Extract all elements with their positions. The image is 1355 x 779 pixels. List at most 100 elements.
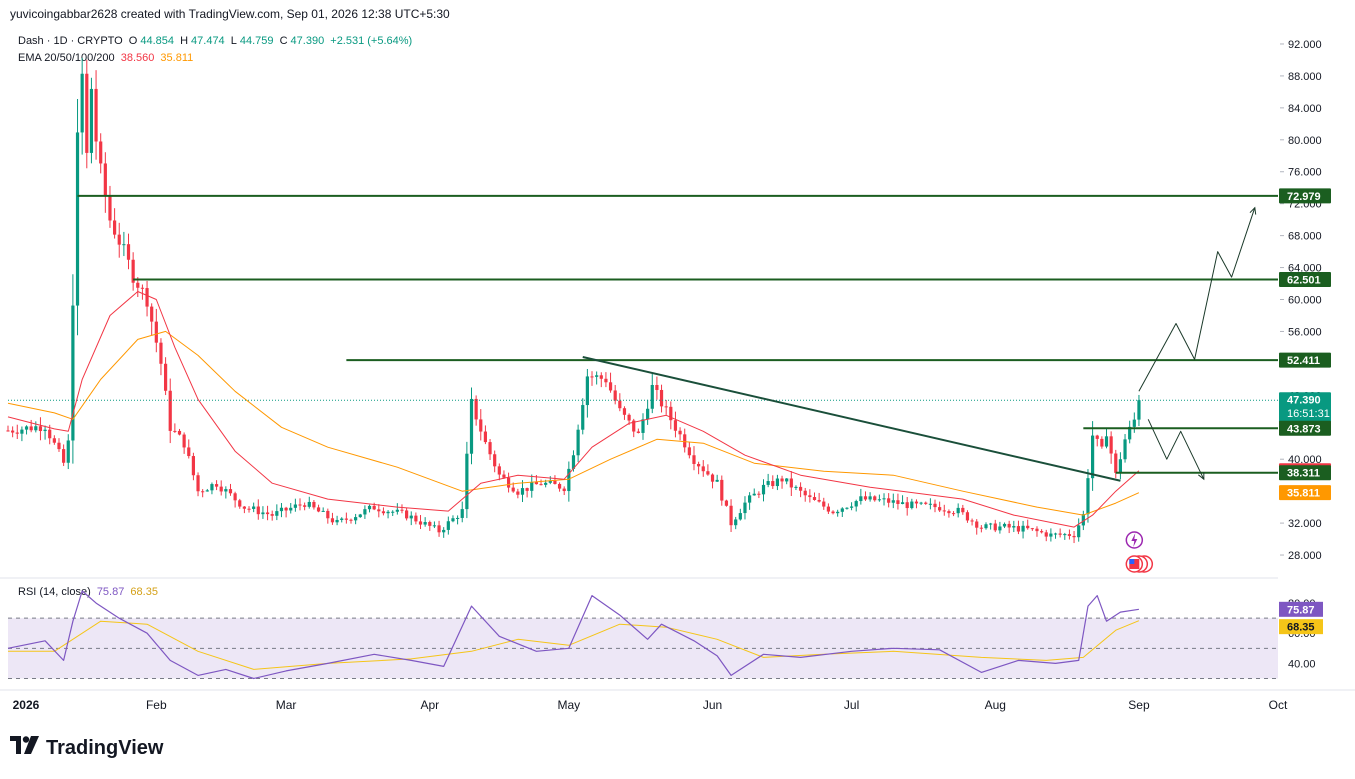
- candle-body: [469, 398, 474, 454]
- candle-body: [1086, 478, 1090, 515]
- candle-body: [604, 378, 608, 383]
- candle-body: [344, 518, 348, 520]
- candle-body: [581, 405, 585, 430]
- time-tick-label: Jul: [844, 698, 859, 712]
- candle-body: [873, 496, 877, 501]
- rsi-tick-label: 40.00: [1288, 658, 1316, 670]
- candle-body: [38, 426, 43, 432]
- candle-body: [798, 486, 803, 491]
- candle-body: [803, 490, 807, 496]
- candle-body: [655, 384, 659, 390]
- candle-body: [877, 499, 881, 501]
- candle-body: [6, 430, 10, 432]
- candle-body: [622, 408, 627, 415]
- candle-body: [627, 414, 631, 421]
- time-axis: 2026 Feb Mar Apr May Jun Jul Aug Sep Oct: [13, 698, 1288, 712]
- price-axis-label: 62.501: [1287, 275, 1321, 287]
- candle-body: [1072, 535, 1076, 538]
- candle-body: [488, 442, 492, 455]
- candle-body: [993, 523, 997, 531]
- candle-body: [859, 496, 863, 502]
- rsi-axis-label: 68.35: [1287, 622, 1315, 634]
- candle-body: [265, 512, 270, 515]
- candle-body: [608, 382, 613, 391]
- candle-body: [367, 505, 372, 510]
- candle-body: [914, 501, 919, 504]
- price-chart[interactable]: 92.00088.00084.00080.00076.00072.00068.0…: [0, 0, 1355, 725]
- price-tick-label: 68.000: [1288, 231, 1322, 243]
- candle-body: [94, 88, 98, 142]
- candle-body: [52, 438, 56, 443]
- candle-body: [826, 506, 831, 512]
- candle-body: [1021, 525, 1025, 532]
- candle-body: [1058, 533, 1062, 535]
- candle-body: [219, 486, 223, 492]
- candle-body: [817, 499, 821, 502]
- candle-body: [321, 510, 325, 512]
- candle-body: [242, 506, 246, 509]
- price-axis-label: 35.811: [1287, 488, 1320, 500]
- candle-body: [150, 306, 154, 322]
- candle-body: [905, 502, 909, 509]
- tradingview-logo[interactable]: TradingView: [10, 736, 163, 760]
- candle-body: [910, 501, 914, 509]
- price-axis-label: 72.979: [1287, 191, 1321, 203]
- candle-body: [381, 511, 386, 514]
- candle-body: [562, 488, 566, 492]
- candle-body: [85, 73, 89, 153]
- candle-body: [460, 509, 464, 518]
- candle-body: [409, 515, 413, 519]
- candle-body: [766, 481, 770, 485]
- projection-up-path: [1138, 207, 1256, 392]
- time-tick-label: Aug: [985, 698, 1006, 712]
- candle-body: [1030, 528, 1034, 530]
- price-tick-label: 60.000: [1288, 295, 1322, 307]
- candle-body: [831, 511, 835, 514]
- candle-body: [154, 321, 158, 343]
- candle-body: [539, 484, 543, 486]
- candle-body: [692, 455, 696, 464]
- candle-body: [316, 507, 321, 512]
- price-axis: 92.00088.00084.00080.00076.00072.00068.0…: [1279, 39, 1331, 562]
- candle-body: [340, 518, 344, 520]
- price-axis-label: 52.411: [1287, 355, 1320, 367]
- time-tick-label: Apr: [420, 698, 439, 712]
- candle-body: [289, 507, 293, 511]
- candle-body: [1077, 525, 1081, 538]
- time-tick-label: Oct: [1269, 698, 1288, 712]
- candle-body: [919, 502, 923, 504]
- candle-body: [989, 523, 993, 525]
- price-tick-label: 76.000: [1288, 167, 1322, 179]
- candle-body: [108, 195, 112, 221]
- candle-body: [1053, 533, 1058, 535]
- candle-body: [428, 522, 432, 526]
- candle-body: [557, 483, 562, 489]
- candle-body: [1016, 526, 1021, 532]
- candle-body: [951, 513, 956, 515]
- candle-body: [140, 287, 145, 289]
- candle-body: [998, 526, 1002, 531]
- candle-body: [738, 513, 742, 520]
- candle-body: [534, 482, 538, 485]
- candle-body: [75, 132, 80, 306]
- candle-body: [1012, 526, 1016, 528]
- candle-body: [182, 434, 186, 448]
- candle-body: [1035, 528, 1039, 532]
- candle-body: [752, 493, 756, 496]
- candle-body: [66, 440, 70, 463]
- candle-body: [650, 384, 654, 409]
- candle-body: [233, 493, 237, 501]
- candle-body: [942, 510, 946, 512]
- candle-body: [840, 508, 844, 512]
- price-tick-label: 32.000: [1288, 518, 1322, 530]
- candle-body: [1026, 525, 1030, 529]
- candle-body: [734, 519, 738, 526]
- candle-body: [683, 434, 687, 448]
- candle-body: [395, 509, 399, 512]
- candle-body: [1132, 419, 1136, 427]
- candle-body: [349, 519, 353, 521]
- candle-body: [214, 484, 219, 487]
- candle-body: [887, 498, 891, 503]
- candle-body: [335, 519, 339, 523]
- candle-body: [520, 488, 525, 495]
